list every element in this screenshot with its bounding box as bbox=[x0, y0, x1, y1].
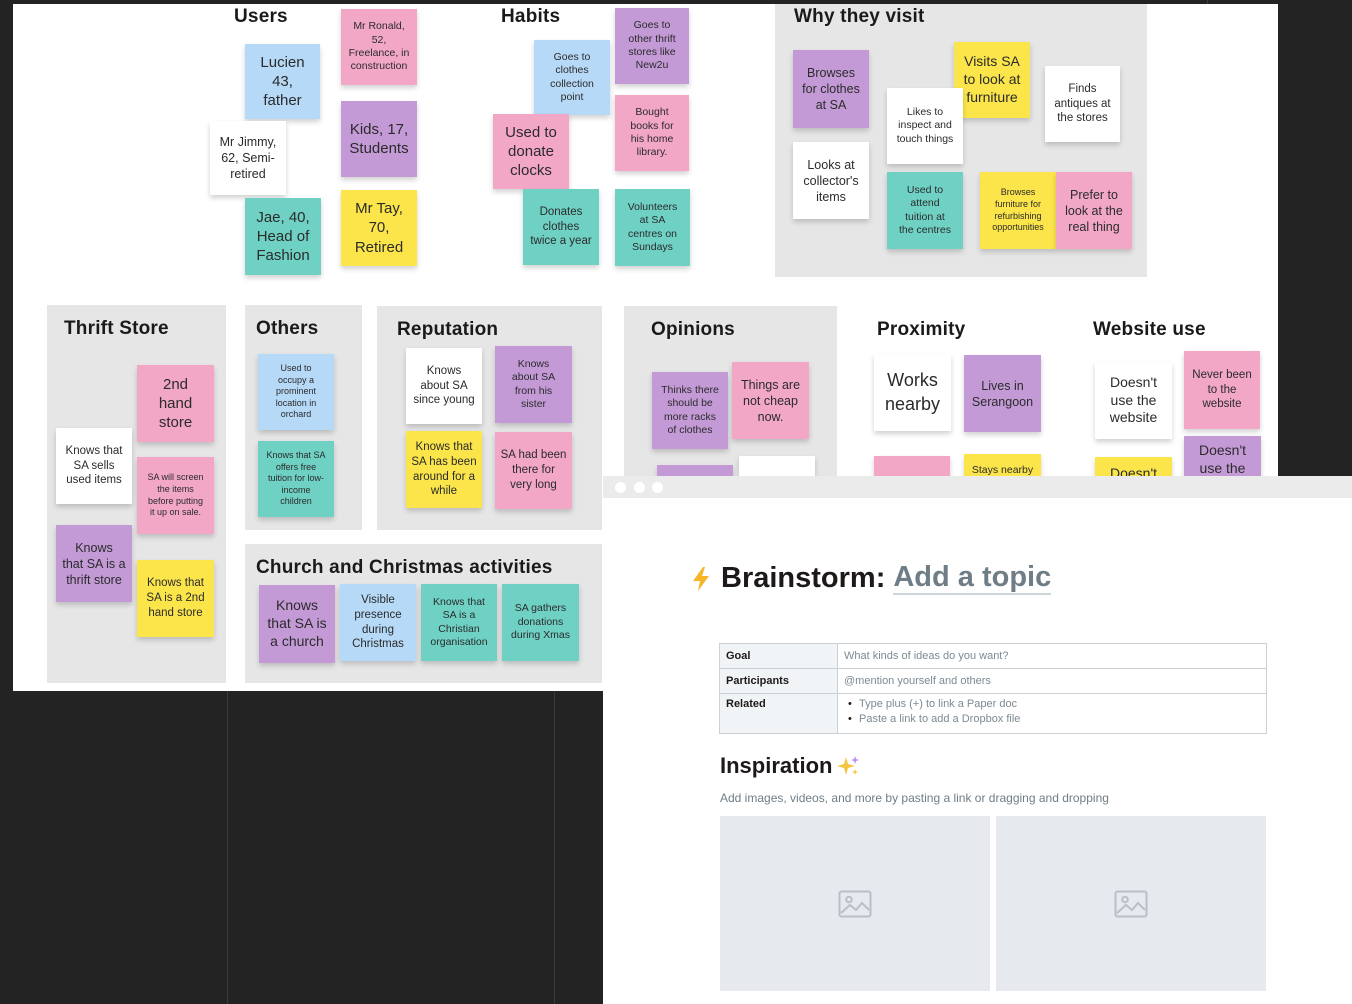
sticky-note[interactable]: Used to attend tuition at the centres bbox=[887, 172, 963, 249]
related-field[interactable]: Type plus (+) to link a Paper doc Paste … bbox=[837, 693, 1267, 734]
image-placeholder-icon bbox=[1114, 890, 1148, 917]
sticky-note[interactable]: 2nd hand store bbox=[137, 365, 214, 442]
sticky-note[interactable]: Visible presence during Christmas bbox=[340, 584, 416, 661]
window-close-button[interactable] bbox=[615, 482, 626, 493]
doc-title: Brainstorm: Add a topic bbox=[691, 562, 1052, 595]
sticky-note[interactable]: Lives in Serangoon bbox=[964, 355, 1041, 432]
window-titlebar[interactable] bbox=[603, 476, 1352, 498]
sticky-note[interactable]: Knows about SA from his sister bbox=[495, 346, 572, 423]
sticky-note[interactable]: SA will screen the items before putting … bbox=[137, 457, 214, 534]
goal-field[interactable]: What kinds of ideas do you want? bbox=[837, 643, 1267, 669]
goal-label: Goal bbox=[719, 643, 838, 669]
section-title-thrift-store: Thrift Store bbox=[64, 318, 169, 339]
sticky-note[interactable]: Goes to clothes collection point bbox=[534, 40, 610, 115]
section-title-website-use: Website use bbox=[1093, 319, 1206, 340]
sticky-note[interactable]: Browses furniture for refurbishing oppor… bbox=[980, 172, 1056, 249]
section-title-opinions: Opinions bbox=[651, 319, 735, 340]
sticky-note[interactable]: Knows that SA offers free tuition for lo… bbox=[258, 441, 334, 517]
image-placeholder-icon bbox=[838, 890, 872, 917]
sticky-note[interactable]: Volunteers at SA centres on Sundays bbox=[615, 189, 690, 266]
related-label: Related bbox=[719, 693, 838, 734]
sticky-note[interactable]: Mr Tay, 70, Retired bbox=[341, 190, 417, 266]
sticky-note[interactable]: SA gathers donations during Xmas bbox=[502, 584, 579, 661]
sticky-note[interactable]: Knows that SA is a thrift store bbox=[56, 525, 132, 602]
sticky-note[interactable]: Knows about SA since young bbox=[406, 348, 482, 424]
sticky-note[interactable]: SA had been there for very long bbox=[495, 432, 572, 509]
lightning-icon bbox=[693, 566, 709, 591]
doc-title-topic-input[interactable]: Add a topic bbox=[893, 562, 1052, 595]
inspiration-title: Inspiration bbox=[720, 753, 833, 778]
sticky-note[interactable]: Never been to the website bbox=[1184, 351, 1260, 429]
section-title-proximity: Proximity bbox=[877, 319, 966, 340]
inspiration-subtitle: Add images, videos, and more by pasting … bbox=[720, 791, 1109, 805]
sticky-note[interactable]: Works nearby bbox=[874, 354, 951, 431]
sticky-note[interactable]: Mr Jimmy, 62, Semi- retired bbox=[210, 121, 286, 195]
sticky-note[interactable]: Browses for clothes at SA bbox=[793, 50, 869, 128]
image-placeholder[interactable] bbox=[996, 816, 1266, 991]
sticky-note[interactable]: Knows that SA has been around for a whil… bbox=[406, 431, 482, 508]
section-title-reputation: Reputation bbox=[397, 319, 499, 340]
sticky-note[interactable]: Donates clothes twice a year bbox=[523, 189, 599, 265]
section-title-others: Others bbox=[256, 318, 319, 339]
window-minimize-button[interactable] bbox=[634, 482, 645, 493]
sticky-note[interactable]: Used to occupy a prominent location in o… bbox=[258, 354, 334, 430]
section-title-habits: Habits bbox=[501, 6, 561, 27]
sticky-note[interactable]: Finds antiques at the stores bbox=[1045, 66, 1120, 142]
brainstorm-meta-table: Goal What kinds of ideas do you want? Pa… bbox=[719, 643, 1267, 734]
paper-doc-window[interactable]: Brainstorm: Add a topic Goal What kinds … bbox=[603, 476, 1352, 1004]
sticky-note[interactable]: Bought books for his home library. bbox=[615, 95, 689, 171]
sticky-note[interactable]: Knows that SA sells used items bbox=[56, 428, 132, 504]
sticky-note[interactable]: Thinks there should be more racks of clo… bbox=[652, 372, 728, 449]
canvas-divider bbox=[227, 691, 228, 1004]
participants-field[interactable]: @mention yourself and others bbox=[837, 668, 1267, 694]
window-maximize-button[interactable] bbox=[652, 482, 663, 493]
sticky-note[interactable]: Lucien 43, father bbox=[245, 44, 320, 119]
sticky-note[interactable]: Doesn't use the website bbox=[1095, 362, 1172, 439]
sticky-note[interactable]: Goes to other thrift stores like New2u bbox=[615, 8, 689, 84]
section-title-why-they-visit: Why they visit bbox=[794, 6, 925, 27]
sticky-note[interactable]: Kids, 17, Students bbox=[341, 101, 417, 177]
section-title-users: Users bbox=[234, 6, 288, 27]
participants-label: Participants bbox=[719, 668, 838, 694]
sticky-note[interactable]: Things are not cheap now. bbox=[732, 362, 809, 439]
image-placeholder[interactable] bbox=[720, 816, 990, 991]
sticky-note[interactable]: Looks at collector's items bbox=[793, 142, 869, 219]
sticky-note[interactable]: Mr Ronald, 52, Freelance, in constructio… bbox=[341, 9, 417, 85]
sticky-note[interactable]: Prefer to look at the real thing bbox=[1056, 172, 1132, 249]
sticky-note[interactable]: Used to donate clocks bbox=[493, 114, 569, 189]
sticky-note[interactable]: Knows that SA is a church bbox=[259, 585, 335, 663]
doc-title-prefix: Brainstorm: bbox=[721, 562, 886, 594]
related-item: Paste a link to add a Dropbox file bbox=[844, 712, 1260, 727]
sticky-note[interactable]: Likes to inspect and touch things bbox=[887, 88, 963, 164]
sticky-note[interactable]: Knows that SA is a 2nd hand store bbox=[137, 560, 214, 637]
sparkle-icon bbox=[837, 756, 860, 775]
canvas-divider bbox=[554, 691, 555, 1004]
sticky-note[interactable]: Jae, 40, Head of Fashion bbox=[245, 198, 321, 275]
inspiration-heading: Inspiration bbox=[720, 753, 860, 779]
sticky-note[interactable]: Knows that SA is a Christian organisatio… bbox=[421, 584, 497, 661]
section-title-church-christmas: Church and Christmas activities bbox=[256, 557, 553, 578]
sticky-note[interactable]: Visits SA to look at furniture bbox=[954, 42, 1030, 118]
related-item: Type plus (+) to link a Paper doc bbox=[844, 697, 1260, 712]
